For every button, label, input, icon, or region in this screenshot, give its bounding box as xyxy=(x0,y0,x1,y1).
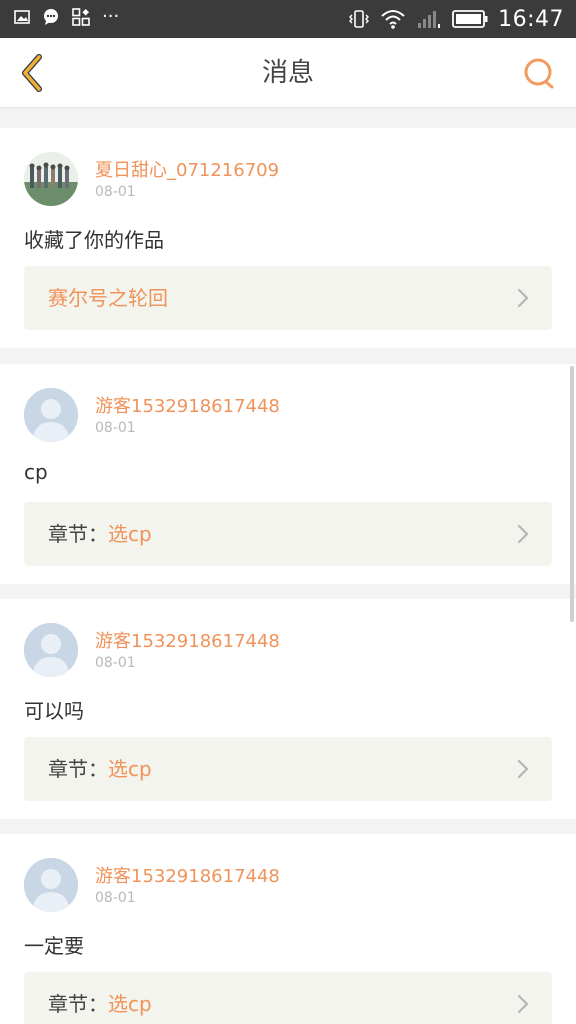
message-content: 一定要 xyxy=(24,934,84,958)
signal-icon xyxy=(416,8,442,30)
reference-title: 赛尔号之轮回 xyxy=(48,286,168,310)
message-card: 游客1532918617448 08-01 可以吗 章节：选cp xyxy=(0,599,576,819)
message-content: 可以吗 xyxy=(24,699,84,723)
reference-title: 选cp xyxy=(108,522,152,546)
search-icon xyxy=(524,58,554,89)
reference-prefix: 章节： xyxy=(48,992,108,1016)
chevron-right-icon xyxy=(517,994,529,1014)
top-navigation-bar: 消息 xyxy=(0,38,576,108)
chevron-right-icon xyxy=(517,288,529,308)
clock-time: 16:47 xyxy=(498,6,564,32)
reference-text: 章节：选cp xyxy=(48,972,152,1024)
reference-prefix: 章节： xyxy=(48,522,108,546)
message-content: 收藏了你的作品 xyxy=(24,228,164,252)
apps-icon xyxy=(72,8,90,26)
chapter-reference-link[interactable]: 章节：选cp xyxy=(24,737,552,801)
username[interactable]: 游客1532918617448 xyxy=(95,862,280,888)
message-date: 08-01 xyxy=(95,420,136,436)
search-button[interactable] xyxy=(520,54,558,92)
wifi-icon xyxy=(380,8,406,30)
message-date: 08-01 xyxy=(95,655,136,671)
message-content: cp xyxy=(24,460,48,484)
default-avatar-icon xyxy=(24,623,78,677)
reference-prefix: 章节： xyxy=(48,757,108,781)
image-icon xyxy=(14,9,30,25)
message-date: 08-01 xyxy=(95,890,136,906)
chapter-reference-link[interactable]: 章节：选cp xyxy=(24,972,552,1024)
work-reference-link[interactable]: 赛尔号之轮回 xyxy=(24,266,552,330)
username[interactable]: 游客1532918617448 xyxy=(95,627,280,653)
username[interactable]: 游客1532918617448 xyxy=(95,392,280,418)
reference-title: 选cp xyxy=(108,757,152,781)
avatar[interactable] xyxy=(24,152,78,206)
chapter-reference-link[interactable]: 章节：选cp xyxy=(24,502,552,566)
status-left-icons: ··· xyxy=(14,8,119,26)
chevron-right-icon xyxy=(517,524,529,544)
message-card: 游客1532918617448 08-01 cp 章节：选cp xyxy=(0,364,576,584)
avatar[interactable] xyxy=(24,388,78,442)
username[interactable]: 夏日甜心_071216709 xyxy=(95,156,279,182)
reference-title: 选cp xyxy=(108,992,152,1016)
default-avatar-icon xyxy=(24,388,78,442)
reference-text: 章节：选cp xyxy=(48,502,152,566)
reference-text: 赛尔号之轮回 xyxy=(48,266,168,330)
chevron-right-icon xyxy=(517,759,529,779)
message-bubble-icon xyxy=(42,8,60,26)
default-avatar-icon xyxy=(24,858,78,912)
vibrate-icon xyxy=(348,8,370,30)
scrollbar[interactable] xyxy=(570,366,574,622)
reference-text: 章节：选cp xyxy=(48,737,152,801)
page-title: 消息 xyxy=(261,58,314,88)
message-list[interactable]: 夏日甜心_071216709 08-01 收藏了你的作品 赛尔号之轮回 游客15… xyxy=(0,108,576,1024)
photo-avatar-icon xyxy=(24,152,78,206)
message-card: 夏日甜心_071216709 08-01 收藏了你的作品 赛尔号之轮回 xyxy=(0,128,576,348)
message-date: 08-01 xyxy=(95,184,136,200)
more-dots-icon: ··· xyxy=(102,6,120,27)
message-card: 游客1532918617448 08-01 一定要 章节：选cp xyxy=(0,834,576,1024)
status-bar: ··· 16:47 xyxy=(0,0,576,38)
status-right-icons: 16:47 xyxy=(348,0,564,38)
battery-icon xyxy=(452,9,488,29)
avatar[interactable] xyxy=(24,858,78,912)
avatar[interactable] xyxy=(24,623,78,677)
